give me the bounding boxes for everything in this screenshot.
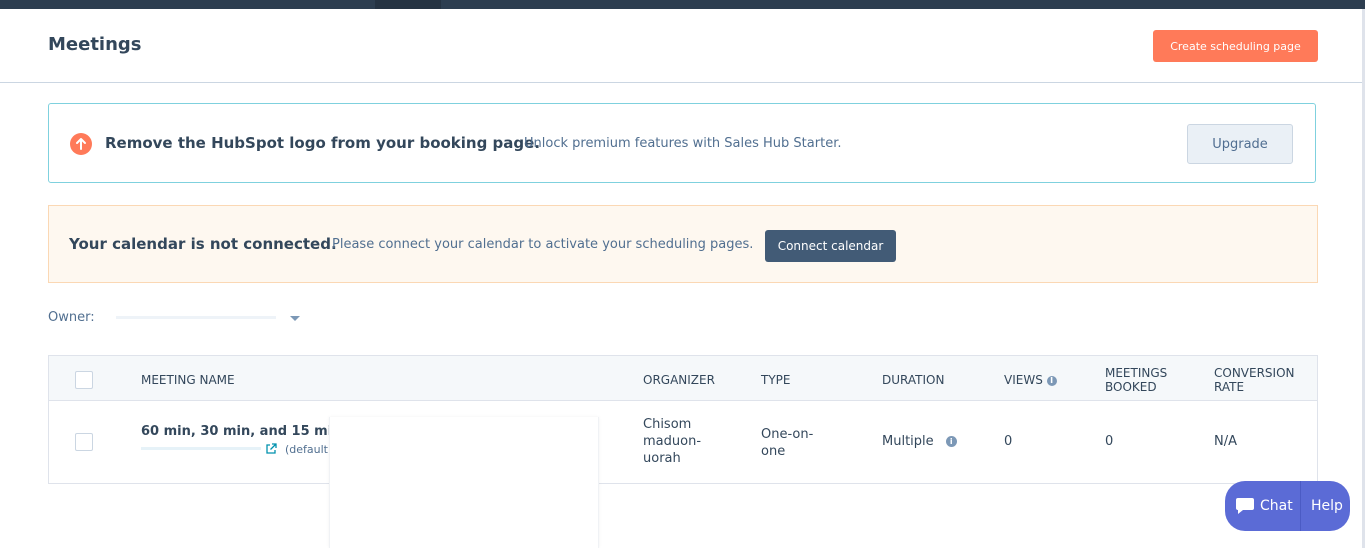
owner-dropdown[interactable] bbox=[112, 308, 304, 328]
chat-bubble-icon bbox=[1236, 498, 1254, 514]
column-meetings-booked[interactable]: MEETINGS BOOKED bbox=[1105, 366, 1167, 394]
owner-value-redacted bbox=[116, 316, 276, 319]
upgrade-banner-description: Unlock premium features with Sales Hub S… bbox=[524, 136, 842, 151]
owner-label: Owner: bbox=[48, 310, 95, 325]
chat-button[interactable]: Chat bbox=[1225, 481, 1300, 531]
column-duration[interactable]: DURATION bbox=[882, 373, 944, 387]
duration-cell: Multiple i bbox=[882, 434, 957, 449]
type-line2: one bbox=[761, 444, 786, 459]
table-header: MEETING NAME ORGANIZER TYPE DURATION VIE… bbox=[49, 356, 1317, 401]
calendar-banner-title: Your calendar is not connected. bbox=[69, 235, 337, 253]
organizer-line1: Chisom bbox=[643, 417, 692, 432]
table-row: 60 min, 30 min, and 15 min meeting (defa… bbox=[49, 400, 1317, 483]
page-title: Meetings bbox=[48, 34, 142, 55]
duration-value: Multiple bbox=[882, 434, 934, 449]
type-line1: One-on- bbox=[761, 427, 814, 442]
info-icon[interactable]: i bbox=[945, 436, 957, 447]
upgrade-button[interactable]: Upgrade bbox=[1187, 124, 1293, 164]
organizer-line3: uorah bbox=[643, 451, 681, 466]
meetings-table: MEETING NAME ORGANIZER TYPE DURATION VIE… bbox=[48, 355, 1318, 484]
organizer-cell: Chisom maduon- uorah bbox=[643, 416, 701, 467]
column-conversion-rate-line2: RATE bbox=[1214, 380, 1245, 394]
column-organizer[interactable]: ORGANIZER bbox=[643, 373, 715, 387]
hover-preview-panel bbox=[329, 417, 599, 548]
type-cell: One-on- one bbox=[761, 426, 813, 460]
chat-widget: Chat Help bbox=[1225, 481, 1350, 531]
active-nav-tab[interactable] bbox=[375, 0, 441, 9]
help-button[interactable]: Help bbox=[1301, 481, 1350, 531]
views-cell: 0 bbox=[1004, 434, 1013, 449]
arrow-up-icon bbox=[70, 133, 92, 155]
select-all-checkbox[interactable] bbox=[75, 371, 93, 389]
external-link-icon[interactable] bbox=[265, 443, 277, 455]
top-navigation-bar bbox=[0, 0, 1365, 9]
column-views-label: VIEWS bbox=[1004, 373, 1043, 387]
row-checkbox[interactable] bbox=[75, 433, 93, 451]
column-meetings-booked-line1: MEETINGS bbox=[1105, 366, 1168, 380]
chat-label: Chat bbox=[1260, 498, 1293, 514]
meetings-booked-cell: 0 bbox=[1105, 434, 1114, 449]
organizer-line2: maduon- bbox=[643, 434, 702, 449]
column-views[interactable]: VIEWS i bbox=[1004, 373, 1057, 387]
conversion-rate-cell: N/A bbox=[1214, 434, 1237, 449]
help-label: Help bbox=[1311, 498, 1343, 514]
calendar-banner-description: Please connect your calendar to activate… bbox=[332, 237, 754, 252]
column-conversion-rate-line1: CONVERSION bbox=[1214, 366, 1295, 380]
page-header: Meetings Create scheduling page bbox=[0, 9, 1362, 83]
info-icon[interactable]: i bbox=[1046, 375, 1057, 386]
caret-down-icon bbox=[290, 316, 300, 321]
connect-calendar-button[interactable]: Connect calendar bbox=[765, 230, 896, 262]
column-meeting-name[interactable]: MEETING NAME bbox=[141, 373, 235, 387]
upgrade-banner: Remove the HubSpot logo from your bookin… bbox=[48, 103, 1316, 183]
default-tag: (default) bbox=[285, 443, 333, 456]
column-type[interactable]: TYPE bbox=[761, 373, 790, 387]
upgrade-banner-title: Remove the HubSpot logo from your bookin… bbox=[105, 134, 541, 152]
create-scheduling-page-button[interactable]: Create scheduling page bbox=[1153, 30, 1318, 62]
column-conversion-rate[interactable]: CONVERSION RATE bbox=[1214, 366, 1295, 394]
calendar-warning-banner: Your calendar is not connected. Please c… bbox=[48, 205, 1318, 283]
booking-link-redacted[interactable] bbox=[141, 447, 261, 450]
column-meetings-booked-line2: BOOKED bbox=[1105, 380, 1157, 394]
